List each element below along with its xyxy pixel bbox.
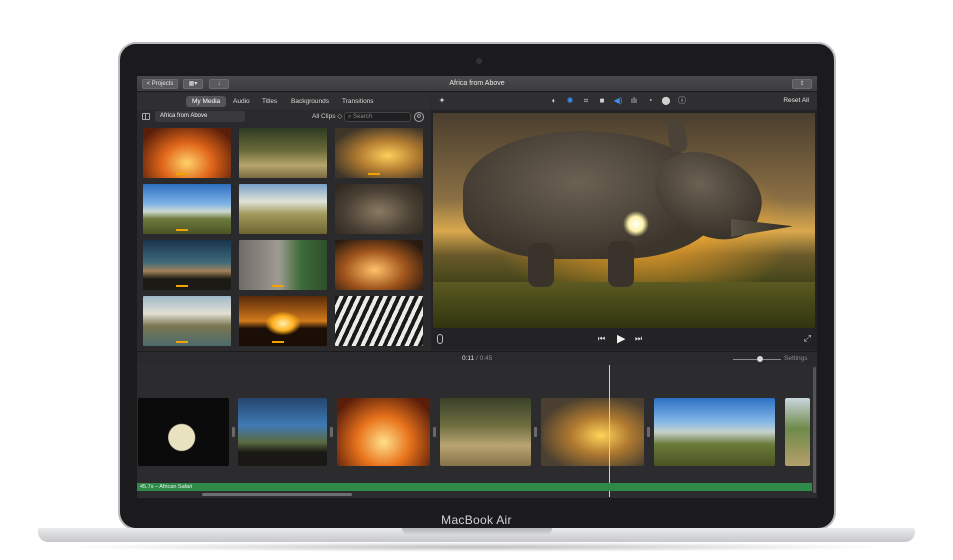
- tab-transitions[interactable]: Transitions: [336, 96, 380, 107]
- skip-back-icon[interactable]: ⏮: [598, 334, 605, 344]
- clip-divider[interactable]: [647, 427, 650, 437]
- browser-tabs: My Media Audio Titles Backgrounds Transi…: [137, 93, 430, 110]
- clip-divider[interactable]: [433, 427, 436, 437]
- imovie-window: < Projects ▦▾ ↓ Africa from Above ⇪ My M…: [137, 76, 817, 498]
- laptop-shadow: [60, 542, 893, 552]
- laptop-hinge-notch: [402, 528, 552, 535]
- audio-track[interactable]: 45.7s – African Safari: [137, 483, 812, 491]
- clip-used-marker: [176, 229, 189, 231]
- microphone-icon[interactable]: [437, 334, 443, 344]
- time-separator: /: [475, 355, 478, 362]
- timeline-clip-zebras[interactable]: [654, 398, 775, 466]
- thumb-sun-horizon[interactable]: [239, 296, 327, 346]
- noise-reduction-icon[interactable]: ⬤: [661, 96, 671, 106]
- video-preview[interactable]: [433, 113, 815, 328]
- timeline-clip-rhino[interactable]: [541, 398, 644, 466]
- timeline-clip-tree[interactable]: [785, 398, 810, 466]
- thumb-zebra-herd[interactable]: [143, 184, 231, 234]
- title-bar: < Projects ▦▾ ↓ Africa from Above ⇪: [137, 76, 817, 92]
- volume-icon[interactable]: ◀): [613, 96, 623, 106]
- thumb-zebra-portrait[interactable]: [335, 296, 423, 346]
- rhino-leg: [528, 243, 554, 287]
- thumb-elephant-feeding[interactable]: [239, 240, 327, 290]
- clip-divider[interactable]: [534, 427, 537, 437]
- search-input[interactable]: ⌕ Search: [344, 112, 411, 122]
- speed-icon[interactable]: ◔: [645, 96, 655, 106]
- timeline-settings-button[interactable]: Settings: [784, 355, 808, 362]
- browser-settings-icon[interactable]: ⚙: [414, 112, 424, 122]
- info-icon[interactable]: ⓘ: [677, 96, 687, 106]
- thumb-silhouette-dusk[interactable]: [143, 240, 231, 290]
- current-time: 0:11: [462, 355, 475, 362]
- color-balance-icon[interactable]: ◐: [549, 96, 559, 106]
- clip-divider[interactable]: [330, 427, 333, 437]
- clip-used-marker: [272, 285, 285, 287]
- thumb-lion-grass[interactable]: [239, 128, 327, 178]
- timeline-clip-moon[interactable]: [138, 398, 229, 466]
- playhead[interactable]: [609, 365, 610, 497]
- playback-controls: ⏮ ▶ ⏭ ⤢: [431, 328, 817, 350]
- total-time: 0:45: [479, 355, 493, 362]
- sun-flare: [623, 211, 649, 237]
- adjustments-toolbar: ✦ ◐ ✺ ⌗ ■ ◀) ılı ◔ ⬤ ⓘ Reset All: [431, 93, 817, 110]
- timeline-clip-jeep[interactable]: [238, 398, 327, 466]
- browser-header: Africa from Above All Clips ◇ ⌕ Search ⚙: [137, 110, 430, 124]
- tab-backgrounds[interactable]: Backgrounds: [285, 96, 335, 107]
- clip-used-marker: [272, 341, 285, 343]
- timeline-clip-lion[interactable]: [440, 398, 531, 466]
- color-correction-icon[interactable]: ✺: [565, 96, 575, 106]
- reset-all-button[interactable]: Reset All: [783, 97, 809, 104]
- thumb-rhino-closeup[interactable]: [335, 184, 423, 234]
- timeline: 45.7s – African Safari: [137, 365, 817, 498]
- tab-audio[interactable]: Audio: [227, 96, 256, 107]
- viewer: ⏮ ▶ ⏭ ⤢: [431, 110, 817, 350]
- clip-filter-select[interactable]: All Clips ◇: [312, 112, 342, 120]
- share-icon[interactable]: ⇪: [792, 79, 812, 89]
- window-title: Africa from Above: [449, 80, 505, 87]
- rhino-leg: [608, 241, 634, 287]
- timeline-header: 0:11 / 0:45 Settings: [137, 351, 817, 365]
- zoom-slider-knob[interactable]: [757, 356, 763, 362]
- thumb-zebras-waterhole[interactable]: [143, 296, 231, 346]
- model-label: MacBook Air: [441, 513, 512, 527]
- media-browser-grid: [137, 124, 430, 349]
- stabilization-icon[interactable]: ■: [597, 96, 607, 106]
- search-placeholder: Search: [353, 114, 373, 120]
- thumb-fire-flames[interactable]: [143, 128, 231, 178]
- timeline-horizontal-scrollbar[interactable]: [202, 493, 352, 496]
- clip-divider[interactable]: [232, 427, 235, 437]
- thumb-rhino-sunset[interactable]: [335, 128, 423, 178]
- camera-icon: [476, 58, 482, 64]
- fullscreen-icon[interactable]: ⤢: [804, 333, 811, 344]
- clip-used-marker: [368, 173, 381, 175]
- play-icon[interactable]: ▶: [617, 332, 625, 345]
- tab-my-media[interactable]: My Media: [186, 96, 227, 107]
- clip-used-marker: [176, 341, 189, 343]
- rhino-horn: [731, 219, 793, 237]
- clip-used-marker: [176, 285, 189, 287]
- magic-wand-icon[interactable]: ✦: [437, 96, 447, 106]
- sidebar-toggle-icon[interactable]: [142, 113, 150, 120]
- crop-icon[interactable]: ⌗: [581, 96, 591, 106]
- tab-titles[interactable]: Titles: [256, 96, 283, 107]
- skip-forward-icon[interactable]: ⏭: [635, 334, 642, 344]
- timeline-vertical-scrollbar[interactable]: [813, 367, 816, 493]
- clip-used-marker: [176, 173, 189, 175]
- timeline-clip-fire[interactable]: [337, 398, 430, 466]
- event-name[interactable]: Africa from Above: [155, 111, 245, 122]
- thumb-giraffes-savanna[interactable]: [239, 184, 327, 234]
- thumb-sunset-tree[interactable]: [335, 240, 423, 290]
- grass: [433, 282, 815, 328]
- equalizer-icon[interactable]: ılı: [629, 96, 639, 106]
- time-readout: 0:11 / 0:45: [462, 355, 492, 362]
